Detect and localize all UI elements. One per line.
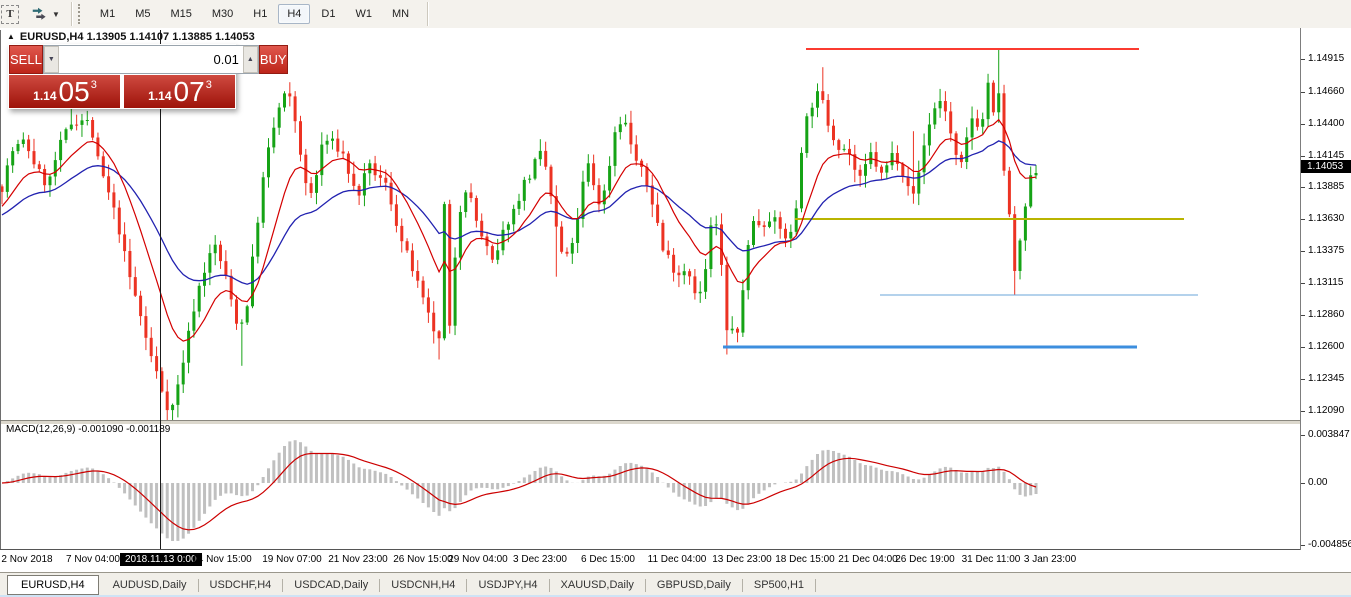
chart-title: ▲ EURUSD,H4 1.13905 1.14107 1.13885 1.140… bbox=[7, 31, 255, 43]
tab-separator bbox=[815, 579, 816, 592]
axis-tick bbox=[1301, 283, 1305, 284]
macd-scale-label: 0.00 bbox=[1308, 477, 1327, 488]
macd-scale-label: -0.004856 bbox=[1308, 539, 1351, 550]
price-axis-label: 1.13885 bbox=[1308, 181, 1344, 192]
axis-tick bbox=[1301, 347, 1305, 348]
text-label-tool-icon[interactable]: T bbox=[1, 5, 19, 24]
sell-button[interactable]: SELL bbox=[9, 45, 43, 74]
lot-size-spinner: ▼ ▲ bbox=[43, 45, 259, 74]
buy-price-point: 3 bbox=[206, 79, 212, 91]
axis-tick bbox=[1301, 124, 1305, 125]
buy-button[interactable]: BUY bbox=[259, 45, 288, 74]
axis-tick bbox=[1301, 435, 1305, 436]
chart-tab-usdcnh[interactable]: USDCNH,H4 bbox=[382, 576, 464, 594]
price-axis-label: 1.14145 bbox=[1308, 150, 1344, 161]
trade-arrows-icon bbox=[32, 7, 48, 22]
tab-separator bbox=[742, 579, 743, 592]
timeframe-button-m15[interactable]: M15 bbox=[161, 4, 200, 24]
buy-price-base: 1.14 bbox=[148, 89, 171, 103]
time-axis-label: 7 Nov 04:00 bbox=[38, 554, 148, 565]
tab-separator bbox=[645, 579, 646, 592]
current-price-badge: 1.14053 bbox=[1301, 160, 1351, 173]
timeframe-button-m5[interactable]: M5 bbox=[126, 4, 159, 24]
axis-tick bbox=[1301, 59, 1305, 60]
axis-tick bbox=[1301, 92, 1305, 93]
timeframe-button-h4[interactable]: H4 bbox=[278, 4, 310, 24]
time-axis[interactable]: 2018.11.13 0:00 2 Nov 20187 Nov 04:0014 … bbox=[0, 550, 1351, 572]
sell-price-point: 3 bbox=[91, 79, 97, 91]
collapse-panel-icon[interactable]: ▲ bbox=[7, 32, 15, 41]
timeframe-button-m1[interactable]: M1 bbox=[91, 4, 124, 24]
timeframe-buttons: M1M5M15M30H1H4D1W1MN bbox=[90, 4, 419, 24]
axis-tick bbox=[1301, 219, 1305, 220]
chart-tab-usdcad[interactable]: USDCAD,Daily bbox=[285, 576, 377, 594]
price-axis-label: 1.12860 bbox=[1308, 309, 1344, 320]
price-axis-label: 1.14915 bbox=[1308, 53, 1344, 64]
axis-tick bbox=[1301, 187, 1305, 188]
chart-tab-audusd[interactable]: AUDUSD,Daily bbox=[104, 576, 196, 594]
sell-price-base: 1.14 bbox=[33, 89, 56, 103]
lot-size-input[interactable] bbox=[59, 46, 243, 73]
chart-tab-xauusd[interactable]: XAUUSD,Daily bbox=[552, 576, 643, 594]
macd-scale-label: 0.003847 bbox=[1308, 429, 1350, 440]
chart-symbol-label: EURUSD,H4 bbox=[20, 31, 84, 43]
toolbar-separator bbox=[427, 2, 428, 26]
timeframe-button-w1[interactable]: W1 bbox=[346, 4, 381, 24]
toolbar-separator bbox=[71, 2, 72, 26]
mt4-window: T ▼ M1M5M15M30H1H4D1W1MN ▲ EURUSD,H4 1.13… bbox=[0, 0, 1351, 597]
price-axis-label: 1.12090 bbox=[1308, 405, 1344, 416]
axis-tick bbox=[1301, 379, 1305, 380]
timeframe-button-mn[interactable]: MN bbox=[383, 4, 418, 24]
lot-decrease-button[interactable]: ▼ bbox=[44, 46, 59, 73]
timeframe-button-h1[interactable]: H1 bbox=[244, 4, 276, 24]
axis-tick bbox=[1301, 545, 1305, 546]
one-click-trading-panel: SELL ▼ ▲ BUY 1.14 05 3 1.14 07 3 bbox=[8, 44, 236, 109]
time-axis-label: 3 Jan 23:00 bbox=[995, 554, 1105, 565]
toolbar-grip[interactable] bbox=[78, 4, 84, 24]
tab-separator bbox=[549, 579, 550, 592]
chart-tab-usdjpy[interactable]: USDJPY,H4 bbox=[469, 576, 546, 594]
tab-separator bbox=[282, 579, 283, 592]
chart-tab-sp500[interactable]: SP500,H1 bbox=[745, 576, 813, 594]
tab-separator bbox=[198, 579, 199, 592]
axis-tick bbox=[1301, 483, 1305, 484]
buy-price-display[interactable]: 1.14 07 3 bbox=[124, 75, 235, 108]
chart-tab-eurusd[interactable]: EURUSD,H4 bbox=[7, 575, 99, 595]
price-axis-label: 1.13630 bbox=[1308, 213, 1344, 224]
axis-tick bbox=[1301, 411, 1305, 412]
toolbar: T ▼ M1M5M15M30H1H4D1W1MN bbox=[0, 0, 1351, 29]
tab-separator bbox=[379, 579, 380, 592]
lot-increase-button[interactable]: ▲ bbox=[243, 46, 258, 73]
chart-tab-gbpusd[interactable]: GBPUSD,Daily bbox=[648, 576, 740, 594]
sell-price-display[interactable]: 1.14 05 3 bbox=[9, 75, 120, 108]
chart-tab-usdchf[interactable]: USDCHF,H4 bbox=[201, 576, 281, 594]
timeframe-button-d1[interactable]: D1 bbox=[312, 4, 344, 24]
price-axis-label: 1.14660 bbox=[1308, 86, 1344, 97]
tab-separator bbox=[466, 579, 467, 592]
price-axis-label: 1.13375 bbox=[1308, 245, 1344, 256]
axis-tick bbox=[1301, 156, 1305, 157]
macd-indicator-label: MACD(12,26,9) -0.001090 -0.001189 bbox=[6, 424, 170, 435]
price-axis-label: 1.14400 bbox=[1308, 118, 1344, 129]
price-axis-label: 1.12600 bbox=[1308, 341, 1344, 352]
trade-arrows-button[interactable]: ▼ bbox=[29, 5, 63, 24]
axis-tick bbox=[1301, 315, 1305, 316]
sell-price-pips: 05 bbox=[59, 76, 90, 108]
axis-tick bbox=[1301, 251, 1305, 252]
chevron-down-icon: ▼ bbox=[52, 10, 60, 19]
chart-tab-bar: EURUSD,H4 AUDUSD,Daily USDCHF,H4USDCAD,Dai… bbox=[0, 572, 1351, 597]
price-axis[interactable]: 1.14053 1.14915 1.14660 1.14400 1.14145 1.13… bbox=[1300, 28, 1351, 550]
buy-price-pips: 07 bbox=[174, 76, 205, 108]
chart-ohlc-values: 1.13905 1.14107 1.13885 1.14053 bbox=[87, 31, 255, 43]
timeframe-button-m30[interactable]: M30 bbox=[203, 4, 242, 24]
price-axis-label: 1.13115 bbox=[1308, 277, 1343, 288]
price-axis-label: 1.12345 bbox=[1308, 373, 1344, 384]
